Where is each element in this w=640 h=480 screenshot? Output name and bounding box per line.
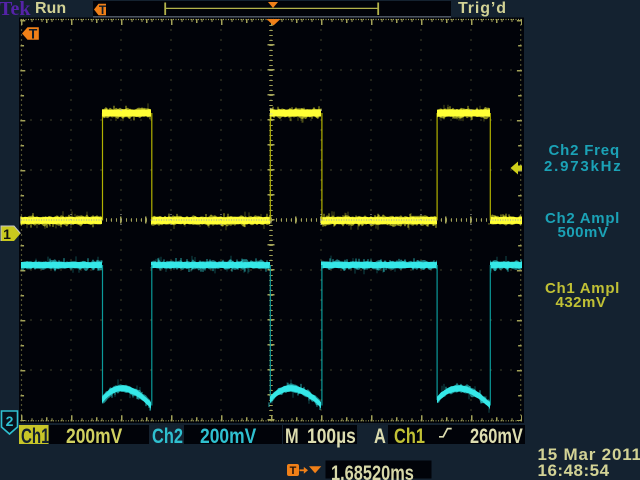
svg-text:1: 1 (3, 226, 11, 242)
svg-text:T: T (99, 3, 107, 17)
svg-text:T: T (29, 26, 38, 42)
svg-text:2: 2 (6, 413, 14, 429)
svg-text:T: T (290, 465, 297, 477)
